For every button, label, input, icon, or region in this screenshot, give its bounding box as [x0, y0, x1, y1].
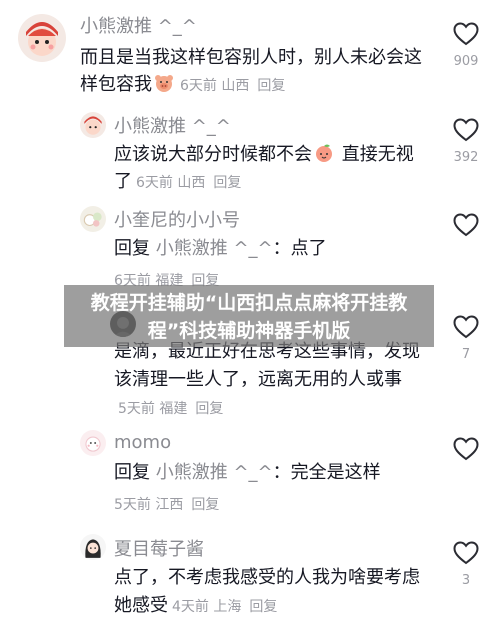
like-count: 3: [461, 573, 471, 588]
comment-location: 江西: [155, 497, 184, 513]
comment-text: 点了，不考虑我感受的人我为啥要考虑她感受 4天前 上海 回复: [114, 564, 430, 621]
avatar[interactable]: [80, 112, 106, 138]
like-button[interactable]: [446, 437, 486, 485]
avatar[interactable]: [18, 14, 66, 62]
heart-outline-icon: [453, 118, 479, 142]
comment-text: 而且是当我这样包容别人时，别人未必会这样包容我 6天前 山西 回复: [80, 44, 430, 100]
comment-body: ：完全是这样: [272, 462, 381, 483]
comment-meta: 4天前 上海 回复: [172, 599, 277, 615]
avatar[interactable]: [80, 430, 106, 456]
like-button[interactable]: 3: [446, 541, 486, 589]
like-button[interactable]: [446, 213, 486, 261]
like-count: 392: [453, 150, 479, 165]
comment-time: 5天前: [114, 497, 151, 513]
comment-time: 6天前: [136, 175, 173, 191]
reply-to-user[interactable]: 小熊激推 ^_^: [156, 462, 273, 483]
like-count: 909: [453, 54, 479, 69]
heart-outline-icon: [453, 541, 479, 565]
heart-outline-icon: [453, 315, 479, 339]
comment-location: 山西: [177, 175, 206, 191]
reply-prefix: 回复: [114, 462, 156, 483]
comment-author[interactable]: 小熊激推 ^_^: [114, 112, 231, 138]
comment-author[interactable]: momo: [114, 432, 171, 453]
banner-text: 教程开挂辅助“山西扣点点麻将开挂教程”科技辅助神器手机版: [90, 292, 408, 342]
comment-time: 5天前: [118, 401, 155, 417]
heart-outline-icon: [453, 22, 479, 46]
comment-author[interactable]: 小奎尼的小小号: [114, 206, 240, 232]
comment-location: 福建: [159, 401, 188, 417]
reply-button[interactable]: 回复: [249, 599, 277, 615]
reply-prefix: 回复: [114, 238, 156, 259]
like-button[interactable]: 392: [446, 118, 486, 166]
heart-outline-icon: [453, 437, 479, 461]
like-count: [446, 245, 486, 261]
comment-body: ：点了: [272, 238, 327, 259]
like-count: 7: [461, 347, 471, 362]
comment-meta: 6天前 山西 回复: [136, 175, 241, 191]
comment-time: 6天前: [180, 78, 217, 94]
comment-author[interactable]: 夏目莓子酱: [114, 535, 204, 561]
comment-body: 应该说大部分时候都不会: [114, 144, 312, 165]
avatar[interactable]: [80, 206, 106, 232]
overlay-title-banner: 教程开挂辅助“山西扣点点麻将开挂教程”科技辅助神器手机版: [64, 285, 434, 347]
reply-button[interactable]: 回复: [191, 497, 219, 513]
like-count: [446, 469, 486, 485]
like-button[interactable]: 909: [446, 22, 486, 70]
heart-outline-icon: [453, 213, 479, 237]
comment-meta: 6天前 山西 回复: [180, 78, 285, 94]
comment-location: 山西: [221, 78, 250, 94]
peach-emoji-icon: [314, 143, 334, 163]
comment-author[interactable]: 小熊激推 ^_^: [80, 12, 197, 38]
reply-button[interactable]: 回复: [213, 175, 241, 191]
comment-text: 是滴，最近正好在思考这些事情，发现该清理一些人了，远离无用的人或事 5天前 福建回…: [114, 338, 430, 423]
comment-meta: 5天前 福建 回复: [118, 401, 223, 417]
comment-text: 回复 小熊激推 ^_^：完全是这样: [114, 459, 430, 486]
reply-button[interactable]: 回复: [195, 401, 223, 417]
like-button[interactable]: 7: [446, 315, 486, 363]
comment-location: 上海: [213, 599, 242, 615]
reply-to-user[interactable]: 小熊激推 ^_^: [156, 238, 273, 259]
comment-time: 4天前: [172, 599, 209, 615]
comment-body: 是滴，最近正好在思考这些事情，发现该清理一些人了，远离无用的人或事: [114, 341, 420, 390]
comment-text: 回复 小熊激推 ^_^：点了: [114, 235, 430, 262]
reply-button[interactable]: 回复: [257, 78, 285, 94]
comment-text: 应该说大部分时候都不会 直接无视了 6天前 山西 回复: [114, 141, 430, 197]
comment-meta: 5天前 江西 回复: [114, 494, 219, 514]
pig-emoji-icon: [154, 73, 174, 93]
avatar[interactable]: [80, 534, 106, 560]
